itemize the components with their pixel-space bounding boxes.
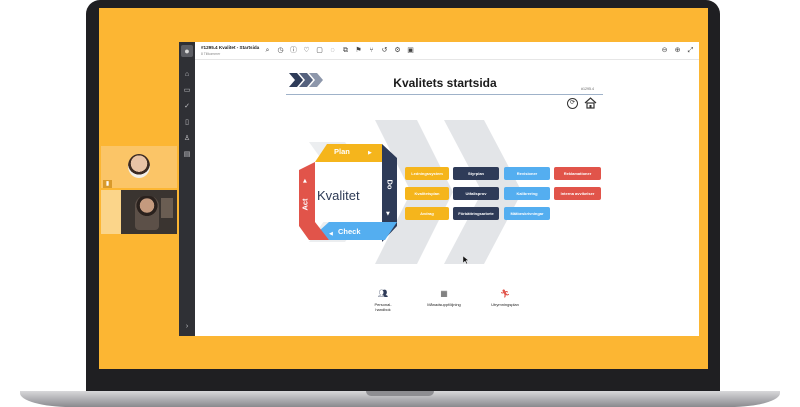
plan-arrow-icon: ▶ [368,150,372,156]
user-avatar-icon[interactable]: ● [181,45,193,57]
calendar-icon: ▦ [440,289,448,298]
document-icon[interactable]: ▯ [182,118,192,128]
page-content: Kvalitets startsida #1295.4 ⟳ ▶ ▼ ◀ ▲ Pl… [195,60,699,336]
toolbar: #1295.4 Kvalitet - Startsida 8 Tillkomme… [195,42,699,60]
participant-person [135,196,159,230]
user-icon[interactable]: ♙ [182,134,192,144]
heart-icon[interactable]: ♡ [302,46,311,55]
zoom-in-icon[interactable]: ⊕ [673,46,682,55]
mouse-cursor-icon [463,256,469,264]
camera-feed [121,190,177,234]
process-button-avdrag[interactable]: Avdrag [405,207,449,220]
do-arrow-icon: ▼ [386,211,390,217]
process-button-kvalitetsplan[interactable]: Kvalitetsplan [405,187,449,200]
process-button-styrplan[interactable]: Styrplan [453,167,499,180]
settings-icon[interactable]: ⚙ [393,46,402,55]
history-icon[interactable]: ↺ [380,46,389,55]
participant-badge: ▮ [103,180,112,188]
expand-icon[interactable]: ⤢ [686,46,695,55]
evacuation-icon: 🏃︎ [499,289,511,298]
quicklink-label: Personal- handbok [374,302,392,312]
quicklink-manadsuppfoljning[interactable]: ▦ Månadsuppföljning [419,289,469,307]
process-button-reklamationer[interactable]: Reklamationer [554,167,601,180]
process-button-forbattringsarbete[interactable]: Förbättringsarbete [453,207,499,220]
archive-icon[interactable]: ▣ [406,46,415,55]
app-window: ● ⌂ ▭ ✓ ▯ ♙ ▤ › #1295.4 Kvalitet - Start… [179,42,699,336]
chat-icon[interactable]: ◌ [328,46,337,55]
sidebar: ● ⌂ ▭ ✓ ▯ ♙ ▤ › [179,42,195,336]
comment-icon[interactable]: ▢ [315,46,324,55]
quicklink-label: Utrymningsplan [491,302,519,307]
branch-icon[interactable]: ⑂ [367,46,376,55]
quicklink-personalhandbok[interactable]: 👥︎ Personal- handbok [358,289,408,312]
home-icon[interactable]: ⌂ [182,70,192,80]
check-arrow-icon: ◀ [329,231,333,237]
zoom-out-icon[interactable]: ⊖ [660,46,669,55]
process-button-ledningssystem[interactable]: Ledningssystem [405,167,449,180]
check-icon[interactable]: ✓ [182,102,192,112]
process-button-interna-avvikelser[interactable]: Interna avvikelser [554,187,601,200]
process-button-utfallsprov[interactable]: Utfallsprov [453,187,499,200]
process-button-matbeskrivningar[interactable]: Mätbeskrivningar [504,207,550,220]
search-icon[interactable]: ⌕ [263,46,272,55]
participant-video-1[interactable]: ▮ [101,146,177,188]
quicklink-utrymningsplan[interactable]: 🏃︎ Utrymningsplan [480,289,530,307]
clock-icon[interactable]: ◷ [276,46,285,55]
act-label[interactable]: Act [301,198,310,210]
plan-label[interactable]: Plan [334,147,350,156]
process-button-kalibrering[interactable]: Kalibrering [504,187,550,200]
inbox-icon[interactable]: ▭ [182,86,192,96]
people-icon: 👥︎ [377,289,389,298]
copy-icon[interactable]: ⧉ [341,46,350,55]
quicklink-label: Månadsuppföljning [427,302,461,307]
window-subtitle: 8 Tillkommer [201,52,221,56]
laptop-notch [366,391,434,396]
video-participants: ▮ [101,146,177,234]
cycle-center-label: Kvalitet [317,188,360,203]
check-label[interactable]: Check [338,227,361,236]
flag-icon[interactable]: ⚑ [354,46,363,55]
building-icon[interactable]: ▤ [182,150,192,160]
screen: ▮ ● ⌂ ▭ ✓ ▯ ♙ ▤ › #1295.4 Kvalitet - Sta… [99,8,708,369]
do-label[interactable]: Do [386,180,395,190]
participant-avatar [128,154,150,178]
background-shelf [161,198,173,218]
participant-video-2[interactable] [101,190,177,234]
sidebar-expand-icon[interactable]: › [182,322,192,332]
act-arrow-icon: ▲ [303,178,307,184]
process-button-revisioner[interactable]: Revisioner [504,167,550,180]
info-icon[interactable]: ⓘ [289,46,298,55]
window-title: #1295.4 Kvalitet - Startsida [201,45,260,50]
